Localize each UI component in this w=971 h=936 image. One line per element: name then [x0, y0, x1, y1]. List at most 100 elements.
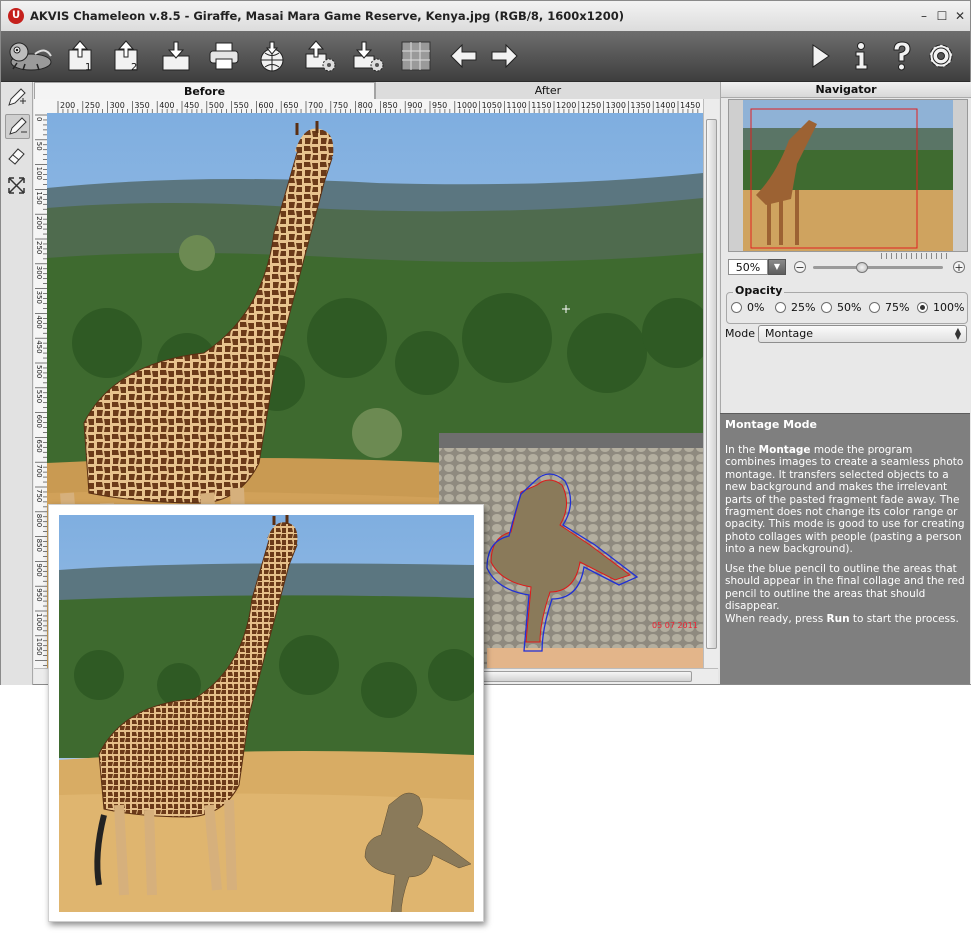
grid-icon[interactable]	[399, 38, 433, 74]
eraser-icon[interactable]	[5, 144, 28, 167]
mode-select[interactable]: Montage ▲ ▼	[758, 325, 967, 343]
ruler-label: 850	[382, 101, 397, 110]
close-icon[interactable]: ✕	[952, 8, 968, 24]
ruler-label: 350	[35, 291, 43, 304]
zoom-slider-handle[interactable]	[856, 262, 869, 273]
print-icon[interactable]	[207, 38, 241, 74]
ruler-label: 100	[35, 167, 43, 180]
ruler-label: 0	[35, 117, 43, 121]
redo-icon[interactable]	[487, 38, 521, 74]
transform-icon[interactable]	[5, 174, 28, 197]
run-icon[interactable]	[803, 38, 837, 74]
radio-icon[interactable]	[869, 302, 880, 313]
title-bar: ᑌ AKVIS Chameleon v.8.5 - Giraffe, Masai…	[1, 1, 970, 32]
chameleon-logo	[5, 36, 55, 76]
ruler-label: 1050	[482, 101, 502, 110]
zoom-slider-track[interactable]	[813, 266, 943, 269]
radio-icon[interactable]	[731, 302, 742, 313]
ruler-label: 250	[35, 241, 43, 254]
vertical-scrollbar[interactable]	[703, 99, 719, 668]
ruler-left: 0 50 100 150 200 250 300 350 400 450 500 550 600 650 7…	[34, 113, 48, 668]
radio-selected-icon[interactable]	[917, 302, 928, 313]
ruler-label: 1100	[506, 101, 526, 110]
help-title: Montage Mode	[725, 418, 818, 431]
ruler-label: 1450	[680, 101, 700, 110]
ruler-label: 300	[110, 101, 125, 110]
settings-icon[interactable]	[924, 38, 958, 74]
view-tabs: Before After	[34, 82, 720, 99]
maximize-icon[interactable]: ☐	[934, 8, 950, 24]
divider	[720, 413, 970, 414]
ruler-label: 650	[283, 101, 298, 110]
ruler-label: 550	[35, 390, 43, 403]
ruler-label: 500	[209, 101, 224, 110]
zoom-dropdown-button[interactable]: ▼	[768, 259, 786, 275]
mode-label: Mode	[725, 327, 755, 340]
ruler-label: 450	[35, 340, 43, 353]
ruler-label: 950	[432, 101, 447, 110]
open-file-2-icon[interactable]: 2	[111, 38, 145, 74]
open-file-1-icon[interactable]: 1	[65, 38, 99, 74]
info-icon[interactable]	[844, 38, 878, 74]
opacity-label: Opacity	[733, 284, 785, 297]
ruler-label: 150	[35, 191, 43, 204]
opacity-option-75[interactable]: 75%	[869, 301, 909, 314]
svg-text:1: 1	[85, 62, 91, 73]
opacity-option-25[interactable]: 25%	[775, 301, 815, 314]
ruler-label: 800	[35, 514, 43, 527]
chevron-updown-icon: ▲ ▼	[954, 326, 962, 341]
navigator-title: Navigator	[721, 82, 971, 98]
ruler-label: 1350	[630, 101, 650, 110]
tab-after[interactable]: After	[375, 82, 720, 99]
ruler-label: 400	[35, 315, 43, 328]
ruler-label: 1050	[35, 638, 43, 656]
remove-pencil-icon[interactable]	[5, 114, 30, 139]
ruler-label: 450	[184, 101, 199, 110]
share-icon[interactable]	[255, 38, 289, 74]
ruler-label: 850	[35, 539, 43, 552]
ruler-label: 900	[407, 101, 422, 110]
ruler-label: 200	[60, 101, 75, 110]
svg-text:05 07 2011: 05 07 2011	[652, 621, 698, 630]
ruler-label: 1300	[606, 101, 626, 110]
undo-icon[interactable]	[447, 38, 481, 74]
ruler-label: 800	[358, 101, 373, 110]
scrollbar-thumb[interactable]	[706, 119, 717, 649]
window-title: AKVIS Chameleon v.8.5 - Giraffe, Masai M…	[30, 9, 624, 23]
zoom-in-icon[interactable]: +	[953, 261, 965, 273]
ruler-label: 650	[35, 439, 43, 452]
help-paragraph-1: In the Montage mode the program combines…	[725, 444, 965, 556]
navigator-preview[interactable]	[728, 99, 968, 252]
radio-icon[interactable]	[775, 302, 786, 313]
ruler-label: 600	[35, 415, 43, 428]
help-icon[interactable]	[884, 38, 918, 74]
ruler-label: 600	[258, 101, 273, 110]
ruler-label: 950	[35, 588, 43, 601]
zoom-input[interactable]: 50%	[728, 259, 768, 275]
ruler-label: 200	[35, 216, 43, 229]
ruler-label: 250	[85, 101, 100, 110]
help-paragraph-2: Use the blue pencil to outline the areas…	[725, 563, 965, 613]
opacity-option-0[interactable]: 0%	[731, 301, 764, 314]
ruler-label: 400	[159, 101, 174, 110]
ruler-label: 1400	[655, 101, 675, 110]
ruler-top: 200 250 300 350 400 450 500 550 600 650 700 750 800 8…	[34, 99, 703, 114]
ruler-label: 1200	[556, 101, 576, 110]
ruler-label: 700	[308, 101, 323, 110]
ruler-label: 700	[35, 464, 43, 477]
zoom-out-icon[interactable]: −	[794, 261, 806, 273]
tab-before[interactable]: Before	[34, 82, 375, 99]
minimize-icon[interactable]: –	[916, 8, 932, 24]
keep-pencil-icon[interactable]	[5, 86, 28, 109]
save-icon[interactable]	[159, 38, 193, 74]
radio-icon[interactable]	[821, 302, 832, 313]
ruler-label: 1250	[581, 101, 601, 110]
ruler-label: 750	[35, 489, 43, 502]
ruler-label: 900	[35, 563, 43, 576]
opacity-option-50[interactable]: 50%	[821, 301, 861, 314]
opacity-option-100[interactable]: 100%	[917, 301, 964, 314]
export-settings-icon[interactable]	[303, 38, 337, 74]
import-settings-icon[interactable]	[351, 38, 385, 74]
svg-text:2: 2	[131, 62, 137, 73]
ruler-label: 550	[234, 101, 249, 110]
